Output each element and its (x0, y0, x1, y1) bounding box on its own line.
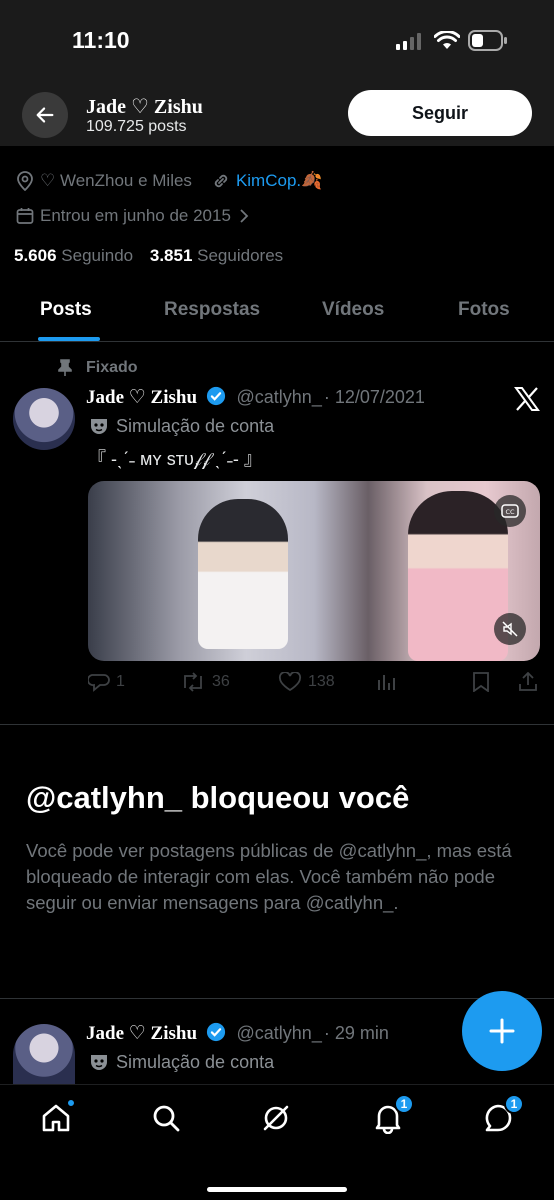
verified-badge-icon (206, 1022, 225, 1042)
nav-search[interactable] (148, 1100, 184, 1136)
pin-icon (58, 359, 72, 376)
tweet-actions: 1 36 138 (88, 672, 540, 698)
plus-icon (489, 1018, 515, 1044)
status-bar: 11:10 (0, 0, 554, 84)
share-button[interactable] (518, 672, 538, 692)
like-button[interactable]: 138 (278, 672, 335, 692)
x-logo-icon[interactable] (514, 387, 540, 411)
active-tab-indicator (38, 337, 100, 341)
grok-icon (263, 1105, 289, 1131)
retweet-button[interactable]: 36 (180, 672, 230, 692)
battery-icon (468, 30, 507, 51)
muted-speaker-icon (502, 621, 518, 637)
video-figure-left (198, 499, 288, 649)
retweet-icon (184, 672, 202, 692)
header-posts-count: 109.725 posts (86, 118, 187, 135)
views-button[interactable] (376, 672, 396, 692)
calendar-icon (14, 205, 36, 227)
captions-button[interactable]: CC (494, 495, 526, 527)
share-icon (519, 672, 537, 691)
home-indicator (207, 1187, 347, 1192)
follow-button[interactable]: Seguir (348, 90, 532, 136)
chevron-right-icon (240, 209, 249, 223)
reply-button[interactable]: 1 (88, 672, 125, 692)
wifi-icon (434, 31, 460, 49)
arrow-left-icon (36, 107, 54, 123)
profile-location: ♡ WenZhou e Miles (40, 171, 192, 190)
divider (0, 998, 554, 999)
search-icon (153, 1105, 180, 1132)
compose-button[interactable] (462, 991, 542, 1071)
tweet-text: 『 -ˎˊ˗ ᴍʏ sᴛᴜ𝒻𝒻 ˎˊ˗- 』 (88, 449, 262, 469)
home-dot (66, 1098, 76, 1108)
bookmark-icon (473, 672, 489, 692)
messages-badge: 1 (504, 1094, 524, 1114)
bottom-nav: 1 1 (0, 1084, 554, 1200)
header-name: Jade ♡ Zishu (86, 96, 203, 118)
avatar[interactable] (13, 388, 75, 450)
tab-videos[interactable]: Vídeos (322, 299, 384, 321)
profile-stats: 5.606 Seguindo 3.851 Seguidores (14, 246, 283, 266)
following-stat[interactable]: 5.606 Seguindo (14, 246, 133, 265)
profile-link[interactable]: KimCop.🍂 (236, 171, 322, 191)
nav-grok[interactable] (258, 1100, 294, 1136)
divider (0, 724, 554, 725)
tweet-author[interactable]: Jade ♡ Zishu @catlyhn_ · 29 min (86, 1022, 389, 1045)
mute-button[interactable] (494, 613, 526, 645)
tab-photos[interactable]: Fotos (458, 299, 510, 321)
mask-icon (88, 415, 110, 437)
followers-stat[interactable]: 3.851 Seguidores (150, 246, 283, 265)
pinned-indicator: Fixado (58, 359, 138, 377)
back-button[interactable] (22, 92, 68, 138)
blocked-title: @catlyhn_ bloqueou você (26, 780, 410, 815)
nav-home[interactable] (38, 1098, 76, 1136)
nav-notifications[interactable]: 1 (370, 1094, 414, 1136)
analytics-icon (378, 675, 395, 690)
blocked-message: Você pode ver postagens públicas de @cat… (26, 840, 512, 913)
status-time: 11:10 (72, 27, 130, 53)
bookmark-button[interactable] (472, 672, 490, 692)
profile-joined: Entrou em junho de 2015 (40, 206, 231, 225)
profile-tabs: Posts Respostas Vídeos Fotos (0, 290, 554, 342)
captions-icon: CC (501, 504, 519, 518)
link-icon (210, 170, 232, 192)
avatar[interactable] (13, 1024, 75, 1084)
parody-account-label: Simulação de conta (88, 415, 274, 437)
profile-meta-row: ♡ WenZhou e Miles KimCop.🍂 (14, 170, 322, 192)
parody-account-label: Simulação de conta (88, 1051, 274, 1073)
tab-replies[interactable]: Respostas (164, 299, 260, 321)
tab-posts[interactable]: Posts (40, 299, 92, 321)
heart-icon (278, 672, 302, 692)
mask-icon (88, 1051, 110, 1073)
svg-text:CC: CC (505, 508, 515, 516)
profile-joined-row[interactable]: Entrou em junho de 2015 (14, 205, 249, 227)
tweet-author[interactable]: Jade ♡ Zishu @catlyhn_ · 12/07/2021 (86, 386, 425, 409)
profile-header: Jade ♡ Zishu 109.725 posts Seguir (0, 84, 554, 146)
tweet-video[interactable]: CC (88, 481, 540, 661)
notifications-badge: 1 (394, 1094, 414, 1114)
video-figure-right (408, 491, 508, 661)
reply-icon (88, 674, 110, 692)
nav-messages[interactable]: 1 (480, 1094, 524, 1136)
signal-icon (396, 33, 421, 50)
verified-badge-icon (206, 386, 225, 406)
location-icon (14, 170, 36, 192)
